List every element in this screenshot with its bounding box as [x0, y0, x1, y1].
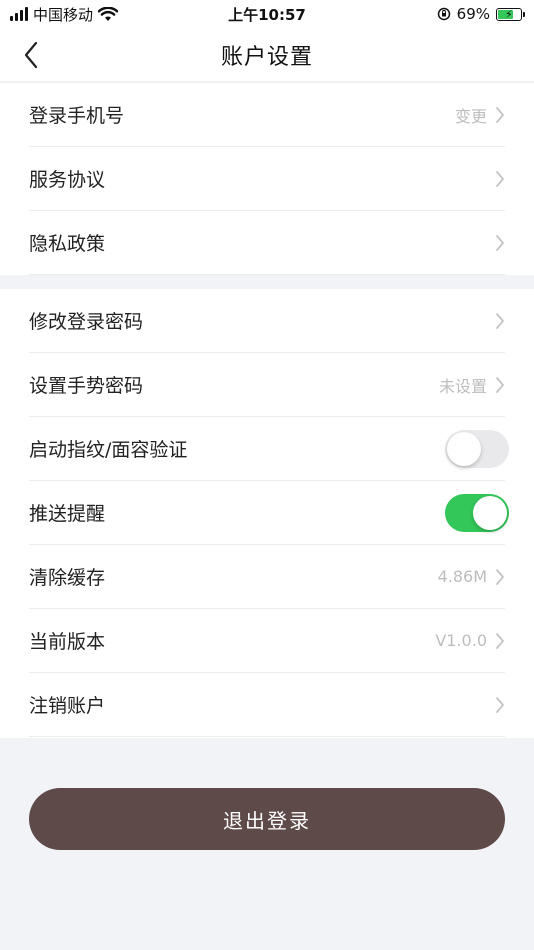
- orientation-lock-icon: [437, 7, 450, 21]
- settings-row-label: 清除缓存: [29, 567, 106, 589]
- charging-bolt-icon: ⚡: [505, 7, 513, 21]
- chevron-left-icon: [24, 41, 38, 69]
- settings-row[interactable]: 推送提醒: [29, 481, 509, 545]
- settings-row-accessory: 变更: [455, 103, 505, 127]
- settings-group-security: 修改登录密码 设置手势密码 未设置启动指纹/面容验证 推送提醒清除缓存 4.86M 当前版…: [0, 289, 534, 738]
- page-title: 账户设置: [220, 44, 313, 70]
- status-right: 69% ⚡: [437, 5, 525, 23]
- settings-row-accessory: [495, 170, 505, 188]
- signal-icon: [10, 7, 28, 21]
- status-left: 中国移动: [10, 4, 119, 25]
- settings-row[interactable]: 设置手势密码 未设置: [29, 353, 505, 417]
- settings-row-label: 设置手势密码: [29, 375, 144, 397]
- chevron-right-icon: [496, 170, 504, 187]
- settings-row[interactable]: 启动指纹/面容验证: [29, 417, 509, 481]
- settings-row-label: 启动指纹/面容验证: [29, 439, 188, 461]
- chevron-right-icon: [496, 632, 504, 649]
- settings-row-label: 隐私政策: [29, 233, 106, 255]
- settings-row-value: 4.86M: [437, 567, 487, 586]
- toggle-switch[interactable]: [445, 429, 509, 468]
- settings-row[interactable]: 修改登录密码: [29, 289, 505, 353]
- wifi-icon: [98, 6, 119, 21]
- settings-row-value: 变更: [454, 106, 487, 126]
- chevron-right-icon: [496, 312, 504, 329]
- chevron-right-icon: [496, 234, 504, 251]
- settings-row-label: 当前版本: [29, 631, 106, 653]
- settings-row[interactable]: 注销账户: [29, 673, 505, 737]
- settings-row-accessory: [445, 493, 509, 532]
- settings-row[interactable]: 当前版本 V1.0.0: [29, 609, 505, 673]
- settings-row-accessory: [495, 234, 505, 252]
- status-bar: 中国移动 上午10:57 69% ⚡: [0, 0, 534, 28]
- settings-row[interactable]: 服务协议: [29, 147, 505, 211]
- settings-row[interactable]: 清除缓存 4.86M: [29, 545, 505, 609]
- settings-row[interactable]: 隐私政策: [29, 211, 505, 275]
- logout-button[interactable]: 退出登录: [29, 788, 505, 850]
- chevron-right-icon: [496, 568, 504, 585]
- settings-row-value: V1.0.0: [435, 631, 487, 650]
- toggle-switch[interactable]: [445, 493, 509, 532]
- settings-group-account: 登录手机号 变更服务协议隐私政策: [0, 83, 534, 275]
- settings-row-label: 推送提醒: [29, 503, 106, 525]
- settings-row-accessory: V1.0.0: [435, 631, 505, 650]
- settings-row-value: 未设置: [438, 376, 487, 396]
- settings-row-accessory: 未设置: [439, 373, 505, 397]
- carrier-label: 中国移动: [33, 5, 94, 24]
- settings-row-label: 服务协议: [29, 169, 106, 191]
- settings-row-accessory: 4.86M: [438, 567, 505, 586]
- settings-row-label: 修改登录密码: [29, 311, 144, 333]
- settings-row-label: 登录手机号: [29, 105, 125, 127]
- chevron-right-icon: [496, 376, 504, 393]
- settings-row-accessory: [495, 696, 505, 714]
- toggle-knob: [473, 495, 507, 530]
- settings-row-accessory: [445, 429, 509, 468]
- chevron-right-icon: [496, 696, 504, 713]
- chevron-right-icon: [496, 106, 504, 123]
- nav-bar: 账户设置: [0, 28, 534, 82]
- settings-row-label: 注销账户: [29, 695, 106, 717]
- back-button[interactable]: [14, 38, 48, 72]
- battery-icon: ⚡: [496, 7, 525, 21]
- toggle-knob: [447, 431, 481, 466]
- battery-percent: 69%: [456, 5, 490, 23]
- settings-row[interactable]: 登录手机号 变更: [29, 83, 505, 147]
- settings-row-accessory: [495, 312, 505, 330]
